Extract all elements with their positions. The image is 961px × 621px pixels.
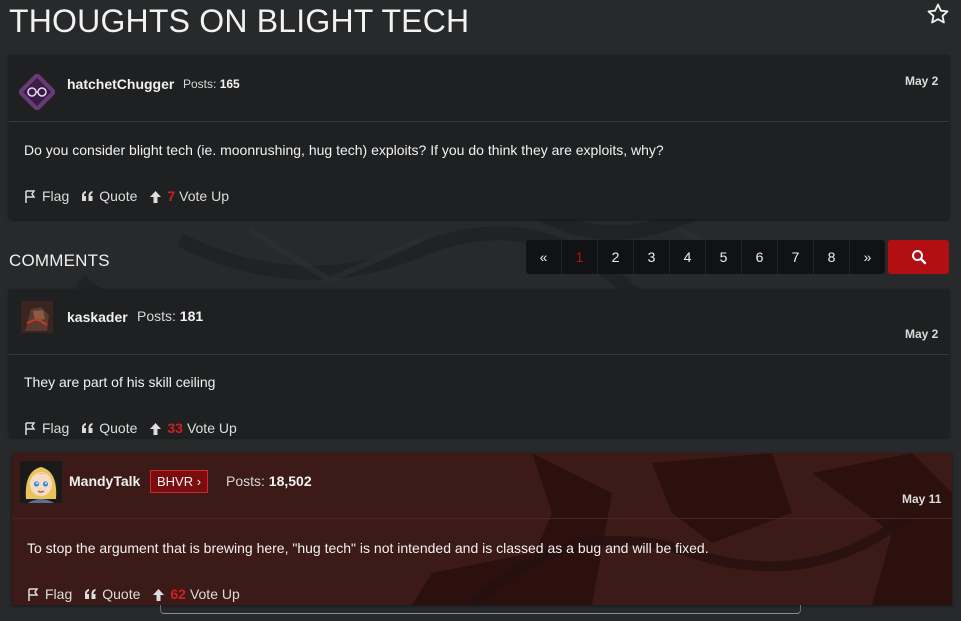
- arrow-up-icon: [153, 588, 165, 601]
- page-8-button[interactable]: 8: [814, 240, 850, 274]
- quote-button[interactable]: Quote: [81, 420, 137, 436]
- avatar[interactable]: [19, 74, 55, 110]
- username[interactable]: MandyTalk: [69, 473, 140, 489]
- username[interactable]: kaskader: [67, 309, 128, 325]
- quote-label: Quote: [99, 188, 138, 204]
- comment-actions: Flag Quote 33 Vote Up: [24, 420, 249, 436]
- vote-label: Vote Up: [189, 586, 240, 602]
- search-button[interactable]: [888, 240, 949, 274]
- pagination: « 1 2 3 4 5 6 7 8 »: [526, 240, 885, 274]
- page-3-button[interactable]: 3: [634, 240, 670, 274]
- post-count: Posts: 18,502: [226, 473, 312, 489]
- posts-count-value: 165: [219, 77, 240, 91]
- posts-count-value: 18,502: [268, 473, 312, 489]
- posts-label: Posts:: [226, 473, 265, 489]
- page-title: THOUGHTS ON BLIGHT TECH: [9, 3, 470, 39]
- vote-count: 62: [170, 586, 186, 602]
- posts-count-value: 181: [179, 308, 204, 324]
- divider: [9, 354, 949, 355]
- flag-button[interactable]: Flag: [24, 420, 69, 436]
- comment-body: To stop the argument that is brewing her…: [27, 540, 709, 556]
- search-icon: [911, 250, 926, 265]
- vote-up-button[interactable]: 7 Vote Up: [149, 188, 229, 204]
- page-4-button[interactable]: 4: [670, 240, 706, 274]
- page-1-button[interactable]: 1: [562, 240, 598, 274]
- quote-button[interactable]: Quote: [84, 586, 140, 602]
- post-count: Posts: 181: [137, 308, 203, 324]
- horizontal-scrollbar[interactable]: [160, 605, 801, 614]
- posts-label: Posts:: [137, 308, 176, 324]
- quote-label: Quote: [102, 586, 141, 602]
- post-body: Do you consider blight tech (ie. moonrus…: [24, 142, 664, 158]
- quote-icon: [82, 423, 93, 433]
- original-post: hatchetChugger Posts: 165 May 2 Do you c…: [9, 55, 949, 219]
- page-next-button[interactable]: »: [850, 240, 885, 274]
- post-count: Posts: 165: [183, 77, 240, 91]
- comment-date: May 2: [905, 327, 939, 341]
- vote-count: 33: [167, 420, 183, 436]
- flag-label: Flag: [42, 420, 70, 436]
- flag-button[interactable]: Flag: [27, 586, 72, 602]
- vote-label: Vote Up: [186, 420, 237, 436]
- staff-badge[interactable]: BHVR ›: [150, 470, 209, 493]
- page-2-button[interactable]: 2: [598, 240, 634, 274]
- flag-label: Flag: [42, 188, 70, 204]
- vote-label: Vote Up: [179, 188, 229, 204]
- quote-icon: [82, 191, 93, 201]
- page-6-button[interactable]: 6: [742, 240, 778, 274]
- avatar[interactable]: [21, 301, 53, 333]
- username[interactable]: hatchetChugger: [67, 76, 174, 92]
- vote-up-button[interactable]: 33 Vote Up: [149, 420, 237, 436]
- divider: [12, 518, 952, 519]
- page-5-button[interactable]: 5: [706, 240, 742, 274]
- flag-label: Flag: [45, 586, 73, 602]
- comments-heading: COMMENTS: [9, 251, 110, 270]
- vote-count: 7: [167, 188, 176, 204]
- flag-icon: [25, 421, 36, 435]
- flag-icon: [28, 587, 39, 601]
- avatar[interactable]: [20, 461, 62, 503]
- star-outline-icon[interactable]: [926, 2, 950, 26]
- flag-icon: [25, 189, 36, 203]
- flag-button[interactable]: Flag: [24, 188, 69, 204]
- post-actions: Flag Quote 7 Vote Up: [24, 188, 241, 204]
- vote-up-button[interactable]: 62 Vote Up: [152, 586, 240, 602]
- quote-icon: [85, 589, 96, 599]
- quote-label: Quote: [99, 420, 138, 436]
- divider: [9, 121, 949, 122]
- quote-button[interactable]: Quote: [81, 188, 137, 204]
- arrow-up-icon: [150, 422, 162, 435]
- posts-label: Posts:: [183, 77, 217, 91]
- post-date: May 2: [905, 74, 939, 88]
- page-prev-button[interactable]: «: [526, 240, 562, 274]
- arrow-up-icon: [150, 190, 162, 203]
- comment: kaskader Posts: 181 May 2 They are part …: [9, 289, 949, 437]
- comment-body: They are part of his skill ceiling: [24, 374, 216, 390]
- page-7-button[interactable]: 7: [778, 240, 814, 274]
- comment-actions: Flag Quote 62 Vote Up: [27, 586, 252, 602]
- comment-date: May 11: [902, 492, 942, 506]
